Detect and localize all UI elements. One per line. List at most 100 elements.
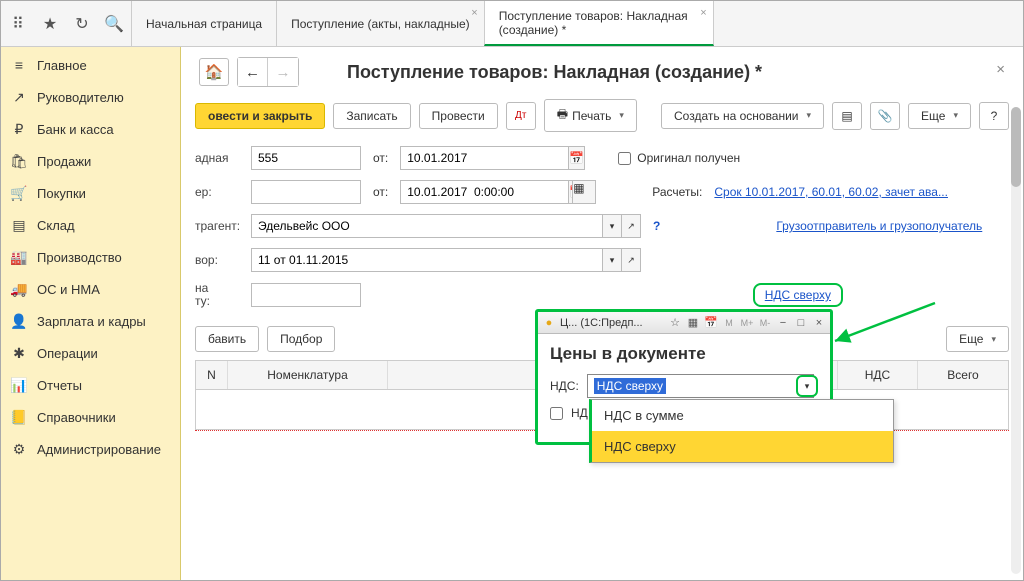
sidebar-item-assets[interactable]: 🚚ОС и НМА (1, 273, 180, 305)
dt-kt-button[interactable]: Дт (506, 102, 536, 130)
close-icon[interactable]: × (812, 316, 826, 330)
chart-bars-icon: 📊 (11, 377, 27, 393)
sidebar: ≡Главное ↗Руководителю ₽ Банк и касса 🛍Пр… (1, 47, 181, 580)
order-number-input[interactable] (251, 180, 361, 204)
create-based-button[interactable]: Создать на основании (661, 103, 824, 129)
apps-icon[interactable]: ⠿ (9, 15, 27, 33)
sidebar-label: Банк и касса (37, 122, 114, 137)
search-icon[interactable]: 🔍 (105, 15, 123, 33)
tab-current[interactable]: Поступление товаров: Накладная (создание… (484, 1, 714, 46)
ops-icon: ✱ (11, 345, 27, 361)
sidebar-label: Склад (37, 218, 75, 233)
col-n: N (196, 361, 228, 389)
from-label: от: (373, 151, 388, 165)
sidebar-item-warehouse[interactable]: ▤ Склад (1, 209, 180, 241)
sidebar-label: ОС и НМА (37, 282, 100, 297)
extra-button[interactable]: ▦ (572, 180, 596, 204)
help-link[interactable]: ? (653, 219, 660, 233)
boxes-icon: ▤ (11, 217, 27, 233)
dropdown-icon[interactable]: ▾ (602, 248, 622, 272)
close-icon[interactable]: × (700, 7, 706, 19)
add-button[interactable]: бавить (195, 326, 259, 352)
more-table-button[interactable]: Еще (946, 326, 1009, 352)
history-icon[interactable]: ↻ (73, 15, 91, 33)
calc-icon[interactable]: ▦ (686, 316, 700, 330)
printer-icon: 🖶 (557, 105, 568, 126)
tab-receipts[interactable]: Поступление (акты, накладные)× (276, 1, 485, 46)
content: 🏠 ← → Поступление товаров: Накладная (со… (181, 47, 1023, 580)
nds-select-input[interactable]: НДС сверху (587, 374, 814, 398)
nds-selected-value: НДС сверху (594, 378, 666, 394)
calendar-icon[interactable]: 📅 (568, 146, 585, 170)
m-minus-button[interactable]: M- (758, 316, 772, 330)
fav-icon[interactable]: ☆ (668, 316, 682, 330)
sidebar-item-purchases[interactable]: 🛒Покупки (1, 177, 180, 209)
doc-type-label: адная (195, 151, 245, 165)
shipper-link[interactable]: Грузоотправитель и грузополучатель (776, 219, 982, 233)
close-page-button[interactable]: × (996, 61, 1005, 78)
order-label: ер: (195, 185, 245, 199)
home-button[interactable]: 🏠 (199, 58, 229, 86)
sidebar-item-operations[interactable]: ✱ Операции (1, 337, 180, 369)
help-button[interactable]: ? (979, 102, 1009, 130)
calculations-link[interactable]: Срок 10.01.2017, 60.01, 60.02, зачет ава… (714, 185, 948, 199)
nds-field-label: НДС: (550, 379, 579, 393)
nds-include-checkbox[interactable] (550, 407, 563, 420)
attach-button[interactable]: 📎 (870, 102, 900, 130)
cal-icon[interactable]: 📅 (704, 316, 718, 330)
forward-button[interactable]: → (268, 58, 298, 86)
more-button[interactable]: Еще (908, 103, 971, 129)
nds-dropdown-toggle[interactable]: ▾ (796, 375, 818, 397)
post-button[interactable]: Провести (419, 103, 498, 129)
original-received-checkbox[interactable] (618, 152, 631, 165)
sidebar-label: Справочники (37, 410, 116, 425)
popup-title: Цены в документе (550, 344, 818, 364)
page-title: Поступление товаров: Накладная (создание… (347, 62, 762, 83)
sidebar-item-main[interactable]: ≡Главное (1, 49, 180, 81)
sidebar-label: Отчеты (37, 378, 82, 393)
contract-input[interactable] (251, 248, 603, 272)
sidebar-item-admin[interactable]: ⚙Администрирование (1, 433, 180, 465)
back-button[interactable]: ← (238, 58, 268, 86)
open-icon[interactable]: ↗ (621, 214, 641, 238)
sidebar-item-salary[interactable]: 👤Зарплата и кадры (1, 305, 180, 337)
popup-titlebar[interactable]: ● Ц... (1С:Предп... ☆ ▦ 📅 M M+ M- − □ × (538, 312, 830, 334)
record-button[interactable]: Записать (333, 103, 410, 129)
star-icon[interactable]: ★ (41, 15, 59, 33)
sidebar-item-reports[interactable]: 📊 Отчеты (1, 369, 180, 401)
print-button[interactable]: 🖶Печать (544, 99, 637, 132)
dropdown-icon[interactable]: ▾ (602, 214, 622, 238)
sidebar-label: Операции (37, 346, 98, 361)
maximize-icon[interactable]: □ (794, 316, 808, 330)
sidebar-item-sales[interactable]: 🛍Продажи (1, 145, 180, 177)
contragent-input[interactable] (251, 214, 603, 238)
structure-button[interactable]: ▤ (832, 102, 862, 130)
nds-top-link[interactable]: НДС сверху (765, 288, 831, 302)
tab-label: Начальная страница (146, 17, 262, 31)
order-date-input[interactable] (400, 180, 568, 204)
scrollbar[interactable] (1011, 107, 1021, 574)
nds-option-in-sum[interactable]: НДС в сумме (592, 400, 893, 431)
form-area: адная от: 📅 Оригинал получен ер: от: (181, 142, 1023, 322)
sidebar-label: Покупки (37, 186, 86, 201)
open-icon[interactable]: ↗ (621, 248, 641, 272)
pick-button[interactable]: Подбор (267, 326, 335, 352)
sidebar-item-catalogs[interactable]: 📒Справочники (1, 401, 180, 433)
doc-number-input[interactable] (251, 146, 361, 170)
ruble-icon: ₽ (11, 121, 27, 137)
sidebar-item-bank[interactable]: ₽ Банк и касса (1, 113, 180, 145)
doc-date-input[interactable] (400, 146, 568, 170)
post-and-close-button[interactable]: овести и закрыть (195, 103, 325, 129)
m-button[interactable]: M (722, 316, 736, 330)
scrollbar-thumb[interactable] (1011, 107, 1021, 187)
nds-dropdown-list: НДС в сумме НДС сверху (589, 399, 894, 463)
sidebar-label: Администрирование (37, 442, 161, 457)
invoice-number-input[interactable] (251, 283, 361, 307)
tab-home[interactable]: Начальная страница (131, 1, 277, 46)
minimize-icon[interactable]: − (776, 316, 790, 330)
nds-option-on-top[interactable]: НДС сверху (592, 431, 893, 462)
sidebar-item-production[interactable]: 🏭Производство (1, 241, 180, 273)
sidebar-item-manager[interactable]: ↗Руководителю (1, 81, 180, 113)
close-icon[interactable]: × (471, 7, 477, 19)
m-plus-button[interactable]: M+ (740, 316, 754, 330)
